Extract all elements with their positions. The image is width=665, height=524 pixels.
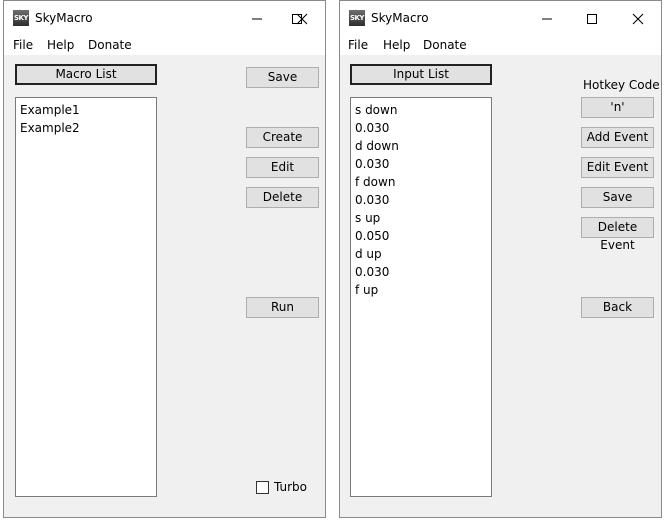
delete-event-button[interactable]: Delete Event [581, 217, 654, 252]
list-item[interactable]: Example2 [20, 119, 152, 137]
turbo-label: Turbo [274, 480, 308, 494]
minimize-button[interactable] [535, 7, 559, 29]
input-listbox[interactable]: s down 0.030 d down 0.030 f down 0.030 s… [350, 97, 492, 497]
list-item[interactable]: d down [355, 137, 487, 155]
macro-list-button[interactable]: Macro List [15, 64, 157, 85]
macro-list-window: SKY SkyMacro File Help Donate Macro List… [3, 0, 326, 518]
menu-bar: File Help Donate [4, 35, 325, 55]
window-title: SkyMacro [35, 11, 93, 25]
delete-button[interactable]: Delete [246, 187, 319, 208]
window-title: SkyMacro [371, 11, 429, 25]
menu-file[interactable]: File [348, 38, 368, 52]
input-list-window: SKY SkyMacro File Help Donate Input List… [339, 0, 662, 518]
list-item[interactable]: 0.030 [355, 263, 487, 281]
menu-file[interactable]: File [13, 38, 33, 52]
hotkey-button[interactable]: 'n' [581, 97, 654, 118]
add-event-button[interactable]: Add Event [581, 127, 654, 148]
app-icon: SKY [349, 10, 365, 26]
maximize-icon [587, 13, 597, 24]
window-content: Macro List Save Example1 Example2 Create… [4, 55, 325, 517]
hotkey-code-label: Hotkey Code [583, 78, 660, 92]
title-bar[interactable]: SKY SkyMacro [340, 1, 661, 35]
list-item[interactable]: 0.030 [355, 191, 487, 209]
list-item[interactable]: f up [355, 281, 487, 299]
back-button[interactable]: Back [581, 297, 654, 318]
input-list-button[interactable]: Input List [350, 64, 492, 85]
run-button[interactable]: Run [246, 297, 319, 318]
edit-event-button[interactable]: Edit Event [581, 157, 654, 178]
list-item[interactable]: 0.050 [355, 227, 487, 245]
edit-button[interactable]: Edit [246, 157, 319, 178]
create-button[interactable]: Create [246, 127, 319, 148]
title-bar[interactable]: SKY SkyMacro [4, 1, 325, 35]
menu-bar: File Help Donate [340, 35, 661, 55]
macro-listbox[interactable]: Example1 Example2 [15, 97, 157, 497]
maximize-button[interactable] [580, 7, 604, 29]
list-item[interactable]: s up [355, 209, 487, 227]
minimize-button[interactable] [245, 7, 269, 29]
save-button[interactable]: Save [246, 67, 319, 88]
menu-help[interactable]: Help [47, 38, 74, 52]
list-item[interactable]: s down [355, 101, 487, 119]
minimize-icon [542, 18, 552, 19]
menu-help[interactable]: Help [383, 38, 410, 52]
close-button[interactable] [626, 7, 650, 29]
list-item[interactable]: 0.030 [355, 155, 487, 173]
close-icon [296, 13, 308, 24]
list-item[interactable]: f down [355, 173, 487, 191]
list-item[interactable]: Example1 [20, 101, 152, 119]
close-button[interactable] [290, 7, 314, 29]
list-item[interactable]: 0.030 [355, 119, 487, 137]
app-icon: SKY [13, 10, 29, 26]
menu-donate[interactable]: Donate [88, 38, 132, 52]
minimize-icon [252, 18, 262, 19]
close-icon [632, 13, 644, 24]
list-item[interactable]: d up [355, 245, 487, 263]
save-button[interactable]: Save [581, 187, 654, 208]
turbo-checkbox[interactable] [256, 481, 269, 494]
window-content: Input List Hotkey Code s down 0.030 d do… [340, 55, 661, 517]
menu-donate[interactable]: Donate [423, 38, 467, 52]
